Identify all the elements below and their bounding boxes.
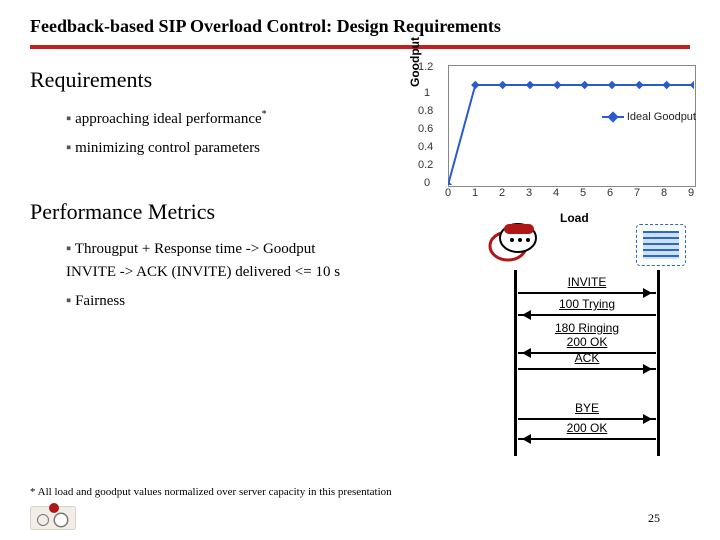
legend-label: Ideal Goodput [627, 111, 696, 123]
arrow-left-icon [518, 438, 656, 440]
xtick: 2 [499, 187, 505, 199]
sip-sequence-diagram: INVITE 100 Trying 180 Ringing 200 OK ACK… [492, 226, 682, 456]
arrow-right-icon [518, 292, 656, 294]
ytick: 0 [424, 177, 430, 189]
sip-msg: INVITE [516, 276, 658, 289]
page-title: Feedback-based SIP Overload Control: Des… [0, 0, 720, 45]
xtick: 6 [607, 187, 613, 199]
server-icon [636, 224, 686, 266]
arrow-left-icon [518, 314, 656, 316]
xtick: 8 [661, 187, 667, 199]
goodput-chart: Goodput Load 0 0.2 0.4 0.6 0.8 1 1.2 0 1… [410, 59, 710, 219]
sip-msg: 180 Ringing [516, 322, 658, 335]
footnote: * All load and goodput values normalized… [30, 486, 392, 498]
chart-legend: Ideal Goodput [602, 111, 696, 123]
sip-msg: ACK [516, 352, 658, 365]
xtick: 1 [472, 187, 478, 199]
page-number: 25 [648, 511, 660, 526]
sip-msg: 100 Trying [516, 298, 658, 311]
title-rule [30, 45, 690, 49]
phone-icon [486, 220, 542, 264]
ytick: 0.4 [418, 141, 433, 153]
ytick: 0.8 [418, 105, 433, 117]
arrow-right-icon [518, 418, 656, 420]
bullet-text: Fairness [75, 293, 125, 309]
sip-msg: 200 OK [516, 336, 658, 349]
ytick: 1.2 [418, 61, 433, 73]
arrow-right-icon [518, 368, 656, 370]
xtick: 9 [688, 187, 694, 199]
bullet-sup: * [262, 109, 267, 120]
ytick: 0.2 [418, 159, 433, 171]
xtick: 3 [526, 187, 532, 199]
sip-msg: 200 OK [516, 422, 658, 435]
bullet-text: minimizing control parameters [75, 140, 260, 156]
xtick: 7 [634, 187, 640, 199]
logo-icon [30, 506, 76, 530]
chart-xlabel: Load [560, 211, 589, 225]
chart-line [448, 65, 694, 185]
ytick: 1 [424, 87, 430, 99]
ytick: 0.6 [418, 123, 433, 135]
xtick: 5 [580, 187, 586, 199]
legend-swatch [602, 116, 624, 118]
xtick: 0 [445, 187, 451, 199]
sip-msg: BYE [516, 402, 658, 415]
bullet-text: approaching ideal performance [75, 111, 262, 127]
xtick: 4 [553, 187, 559, 199]
bullet-text: Througput + Response time -> Goodput [75, 241, 316, 257]
